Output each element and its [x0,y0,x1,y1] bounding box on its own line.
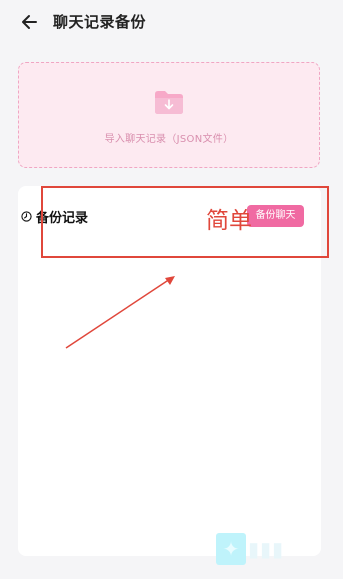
watermark-icon: ✦ [216,533,246,565]
back-button[interactable] [18,10,42,34]
top-bar: 聊天记录备份 [0,0,343,44]
watermark-logo: ✦ ▮▮▮ [216,531,284,567]
arrow-left-icon [22,15,37,29]
annotation-text: 简单 [206,208,252,234]
clock-icon [21,210,32,222]
import-label: 导入聊天记录（JSON文件） [104,134,234,145]
page-title: 聊天记录备份 [53,13,147,31]
folder-download-icon [155,91,183,114]
import-chat-records-area[interactable]: 导入聊天记录（JSON文件） [18,62,320,168]
watermark-graphic: ▮▮▮ [248,537,285,561]
annotation-highlight-box [41,186,329,258]
